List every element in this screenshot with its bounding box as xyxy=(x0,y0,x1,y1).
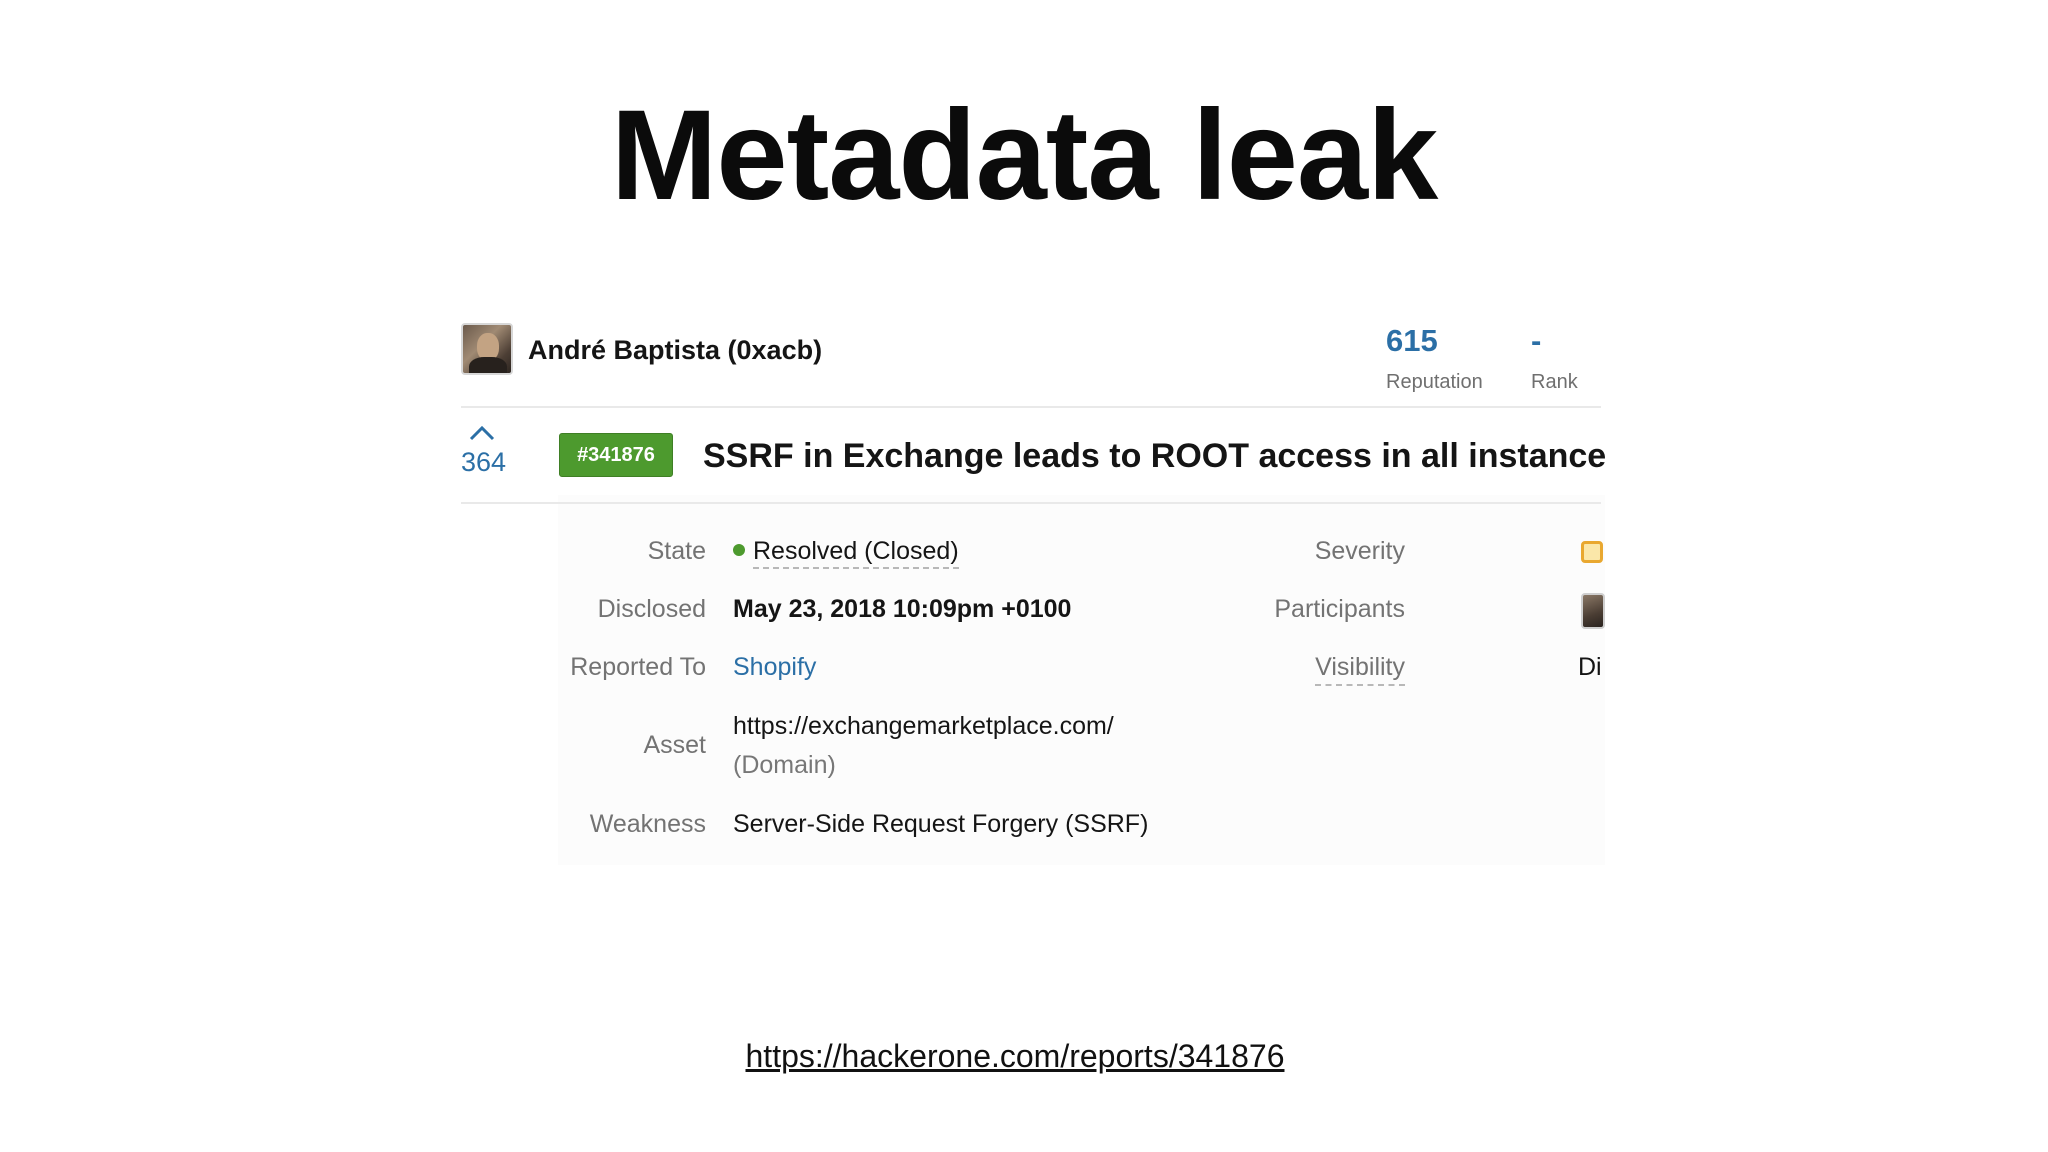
rank-label: Rank xyxy=(1531,371,1578,393)
state-text: Resolved (Closed) xyxy=(753,537,959,569)
detail-labels: State Disclosed Reported To Asset Weakne… xyxy=(558,305,706,865)
state-label: State xyxy=(647,537,706,565)
disclosed-label: Disclosed xyxy=(597,595,706,623)
slide-title: Metadata leak xyxy=(610,84,1439,227)
side-detail-labels: Severity Participants Visibility xyxy=(1255,305,1405,865)
reported-to-link[interactable]: Shopify xyxy=(733,653,816,682)
vote-count: 364 xyxy=(461,447,507,477)
status-dot-icon xyxy=(733,544,745,556)
severity-icon[interactable] xyxy=(1581,541,1603,563)
visibility-value: Di xyxy=(1578,653,1602,681)
rank-value: - xyxy=(1531,323,1542,358)
reporter-avatar[interactable] xyxy=(461,323,513,375)
report-screenshot: André Baptista (0xacb) 615 Reputation - … xyxy=(455,305,1605,865)
visibility-label[interactable]: Visibility xyxy=(1315,653,1405,686)
asset-label: Asset xyxy=(643,731,706,759)
avatar-body xyxy=(469,357,507,373)
state-value[interactable]: Resolved (Closed) xyxy=(733,537,959,569)
chevron-up-icon[interactable] xyxy=(469,425,495,441)
severity-label: Severity xyxy=(1314,537,1405,565)
asset-type: (Domain) xyxy=(733,751,836,779)
participants-label: Participants xyxy=(1274,595,1405,623)
rank-stat: - Rank xyxy=(1531,323,1578,394)
participant-avatar[interactable] xyxy=(1581,593,1605,629)
upvote-control[interactable]: 364 xyxy=(461,425,521,478)
asset-url: https://exchangemarketplace.com/ xyxy=(733,712,1114,740)
disclosed-value: May 23, 2018 10:09pm +0100 xyxy=(733,595,1072,623)
weakness-value: Server-Side Request Forgery (SSRF) xyxy=(733,810,1149,838)
source-link[interactable]: https://hackerone.com/reports/341876 xyxy=(0,1038,2030,1075)
reported-to-label: Reported To xyxy=(570,653,706,681)
report-title: SSRF in Exchange leads to ROOT access in… xyxy=(703,437,1605,475)
weakness-label: Weakness xyxy=(589,810,706,838)
